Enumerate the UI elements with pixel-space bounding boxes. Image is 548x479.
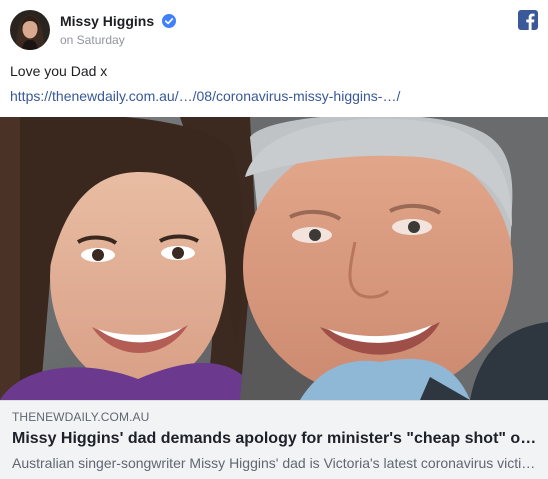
link-preview-image[interactable] bbox=[0, 117, 548, 400]
verified-badge-icon bbox=[162, 14, 177, 28]
post-message: Love you Dad x bbox=[10, 63, 108, 79]
post-link[interactable]: https://thenewdaily.com.au/…/08/coronavi… bbox=[10, 88, 400, 104]
link-preview-meta[interactable]: THENEWDAILY.COM.AU Missy Higgins' dad de… bbox=[0, 400, 548, 479]
author-avatar[interactable] bbox=[10, 10, 50, 50]
post-timestamp[interactable]: on Saturday bbox=[60, 33, 125, 47]
author-name[interactable]: Missy Higgins bbox=[60, 13, 177, 29]
facebook-icon[interactable] bbox=[518, 10, 538, 30]
post-header: Missy Higgins on Saturday bbox=[10, 10, 538, 50]
link-title[interactable]: Missy Higgins' dad demands apology for m… bbox=[12, 430, 540, 448]
link-preview-card[interactable]: THENEWDAILY.COM.AU Missy Higgins' dad de… bbox=[0, 117, 548, 479]
facebook-post-embed: Missy Higgins on Saturday Love you Dad x… bbox=[0, 0, 548, 479]
link-domain: THENEWDAILY.COM.AU bbox=[12, 410, 150, 424]
link-description: Australian singer-songwriter Missy Higgi… bbox=[12, 455, 536, 471]
author-name-text: Missy Higgins bbox=[60, 13, 155, 29]
